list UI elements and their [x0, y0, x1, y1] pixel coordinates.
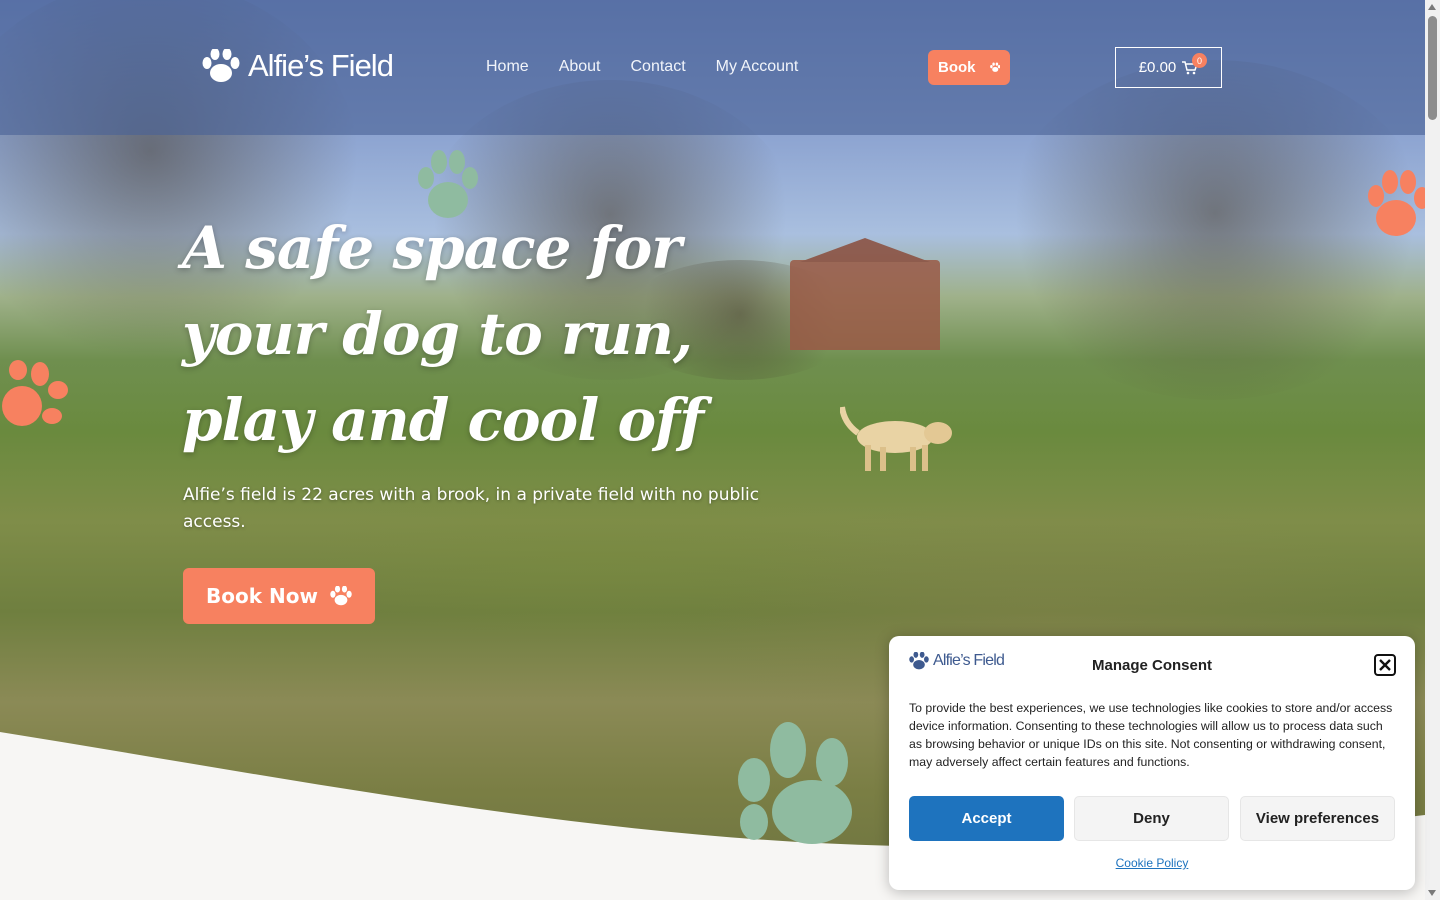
paw-icon — [330, 586, 352, 606]
scroll-thumb[interactable] — [1428, 16, 1437, 120]
hero-headline-line: your dog to run, — [182, 300, 693, 368]
consent-title: Manage Consent — [1091, 657, 1212, 674]
main-nav: Home About Contact My Account — [486, 58, 798, 76]
header-book-label: Book — [938, 59, 976, 76]
view-preferences-button[interactable]: View preferences — [1240, 796, 1395, 841]
hero-headline-line: A safe space for — [182, 214, 682, 282]
cart-count-badge: 0 — [1192, 53, 1207, 68]
scroll-up-arrow[interactable] — [1428, 4, 1436, 10]
hero-subtext: Alfie’s field is 22 acres with a brook, … — [183, 485, 760, 532]
close-icon[interactable] — [1374, 654, 1396, 676]
header-book-button[interactable]: Book — [928, 50, 1010, 85]
deny-button[interactable]: Deny — [1074, 796, 1229, 841]
page-scrollbar[interactable] — [1425, 0, 1440, 900]
nav-item-my-account[interactable]: My Account — [716, 58, 799, 76]
scroll-down-arrow[interactable] — [1428, 890, 1436, 896]
site-logo[interactable]: Alfie’s Field — [202, 48, 394, 84]
paw-icon — [202, 49, 240, 82]
cart-total: £0.00 — [1138, 59, 1177, 76]
hero-headline: A safe space for your dog to run, play a… — [182, 205, 822, 463]
nav-item-home[interactable]: Home — [486, 58, 529, 76]
paw-icon — [1368, 170, 1430, 236]
paw-icon — [989, 62, 1000, 72]
consent-body: To provide the best experiences, we use … — [909, 701, 1393, 769]
paw-icon — [2, 360, 68, 426]
accept-button[interactable]: Accept — [909, 796, 1064, 841]
cookie-policy-link[interactable]: Cookie Policy — [889, 856, 1415, 870]
consent-dialog: Alfie’s Field Manage Consent To provide … — [889, 636, 1415, 890]
book-now-button[interactable]: Book Now — [183, 568, 375, 624]
paw-icon — [738, 722, 852, 844]
site-logo-text: Alfie’s Field — [248, 48, 394, 83]
cart-button[interactable]: £0.00 0 — [1115, 47, 1222, 88]
nav-item-about[interactable]: About — [559, 58, 601, 76]
dog-image — [840, 406, 952, 471]
book-now-label: Book Now — [206, 584, 318, 608]
nav-item-contact[interactable]: Contact — [631, 58, 686, 76]
hero-headline-line: play and cool off — [182, 386, 704, 454]
